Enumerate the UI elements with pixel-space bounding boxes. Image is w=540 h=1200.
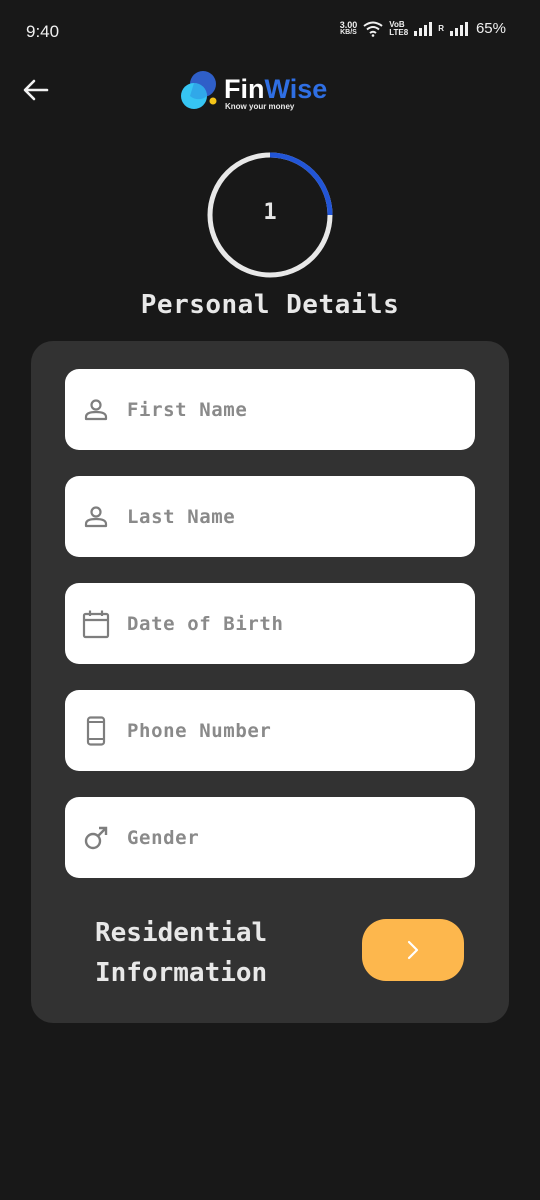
phone-number-placeholder: Phone Number (127, 719, 272, 742)
gender-placeholder: Gender (127, 826, 200, 849)
volte-bottom: LTE8 (389, 27, 409, 37)
last-name-placeholder: Last Name (127, 505, 236, 528)
form-card: First Name Last Name Date of Birth Phone… (31, 341, 509, 1023)
phone-icon (81, 715, 111, 746)
calendar-icon (81, 609, 111, 639)
first-name-placeholder: First Name (127, 398, 248, 421)
step-number: 1 (263, 200, 277, 225)
wifi-icon (363, 21, 383, 37)
logo-name-fin: Fin (224, 74, 265, 104)
first-name-field[interactable]: First Name (65, 369, 475, 450)
status-icons: 3.00 KB/S VoB LTE8 R 65% (340, 20, 506, 37)
logo-mark-icon (181, 71, 217, 109)
next-button[interactable] (362, 919, 464, 981)
person-icon (81, 502, 111, 532)
next-step-label: Residential Information (95, 913, 267, 993)
gender-field[interactable]: Gender (65, 797, 475, 878)
logo-name-wise: Wise (264, 74, 328, 104)
person-icon (81, 395, 111, 425)
network-speed-value: 3.00 (339, 19, 358, 30)
next-step-label-line1: Residential (95, 918, 268, 948)
signal-icon-2 (449, 21, 468, 36)
back-button[interactable] (20, 74, 52, 106)
battery-percent: 65% (475, 20, 506, 37)
logo-tagline: Know your money (225, 102, 295, 111)
date-of-birth-placeholder: Date of Birth (127, 612, 284, 635)
volte-indicator: VoB LTE8 (389, 20, 409, 37)
network-speed-unit: KB/S (340, 28, 357, 36)
chevron-right-icon (407, 940, 419, 960)
last-name-field[interactable]: Last Name (65, 476, 475, 557)
network-speed: 3.00 KB/S (339, 19, 358, 37)
male-icon (81, 823, 111, 853)
page-title: Personal Details (140, 290, 400, 320)
finwise-logo: FinWise Know your money (180, 70, 340, 116)
status-time: 9:40 (26, 22, 60, 41)
signal-icon (414, 21, 433, 36)
phone-number-field[interactable]: Phone Number (65, 690, 475, 771)
logo-name: FinWise (224, 74, 327, 104)
status-bar: 9:40 3.00 KB/S VoB LTE8 R 65% (0, 0, 540, 60)
date-of-birth-field[interactable]: Date of Birth (65, 583, 475, 664)
roaming-indicator: R (438, 24, 444, 33)
next-step-label-line2: Information (95, 958, 268, 988)
arrow-left-icon (23, 79, 49, 101)
